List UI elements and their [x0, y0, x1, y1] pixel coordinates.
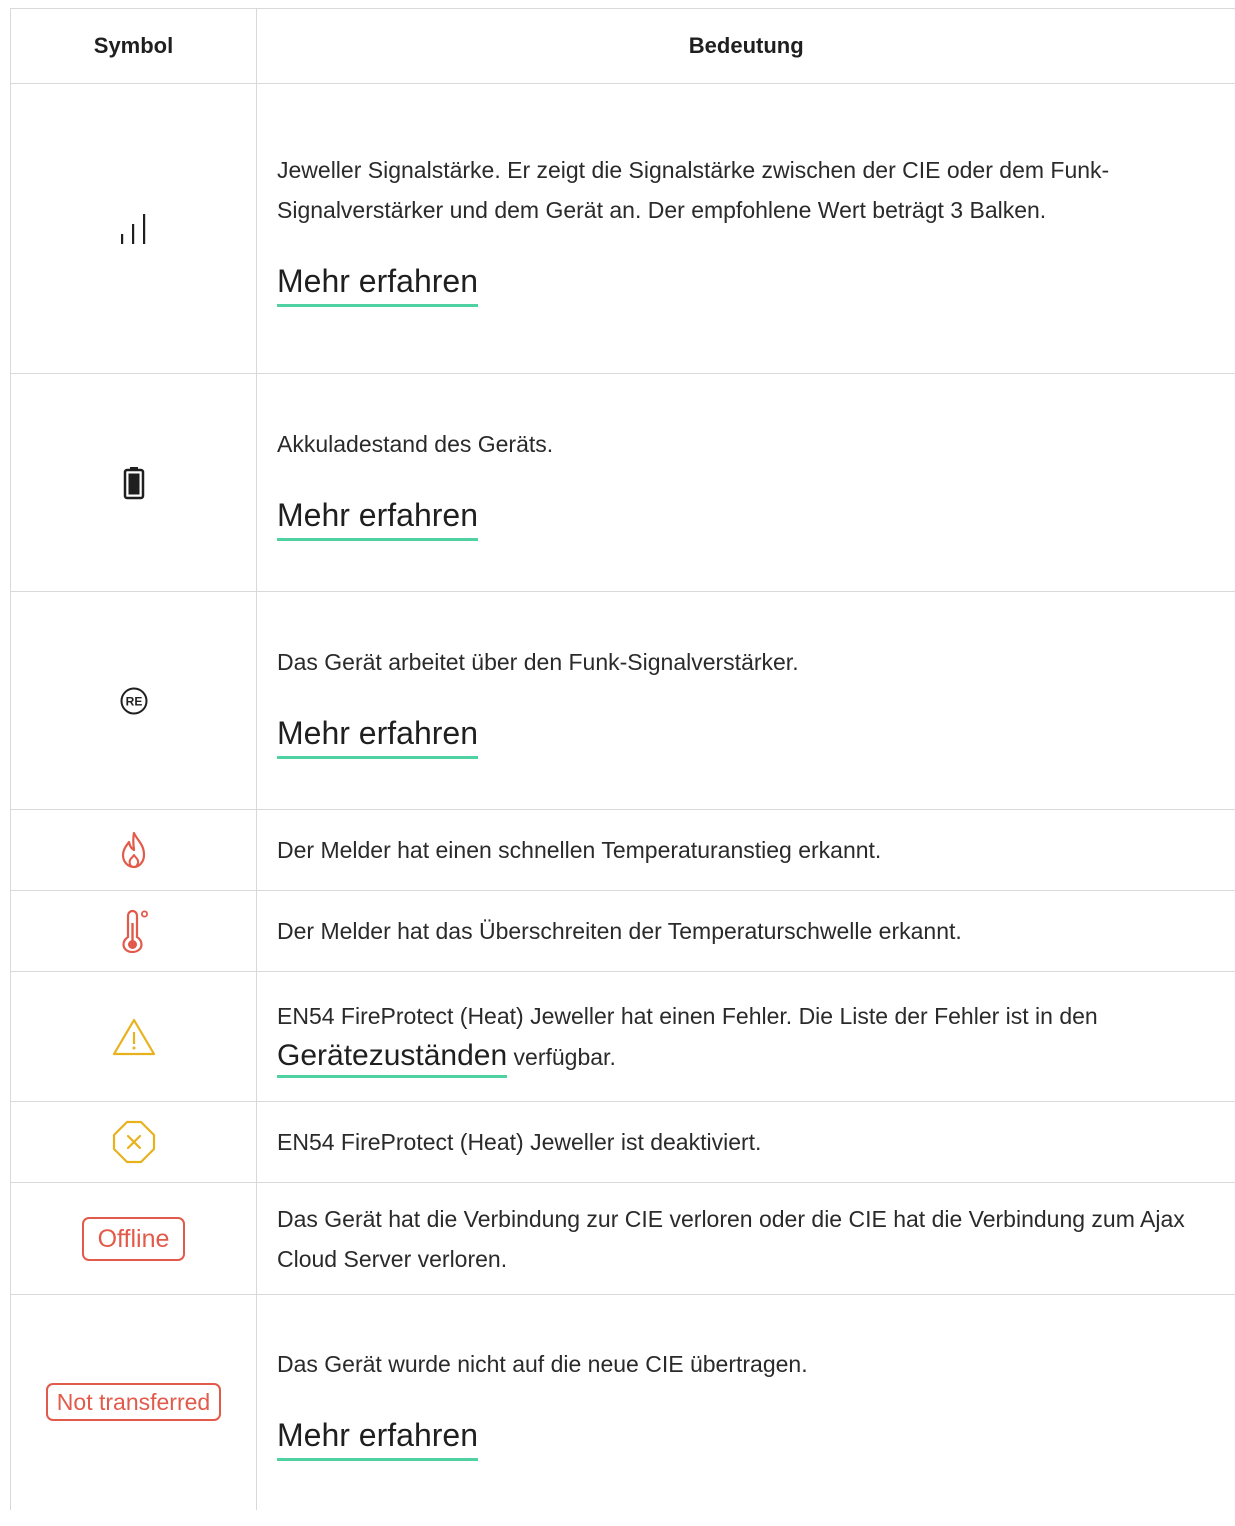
learn-more-link[interactable]: Mehr erfahren	[277, 1416, 478, 1461]
meaning-cell: Akkuladestand des Geräts. Mehr erfahren	[256, 373, 1235, 592]
offline-badge: Offline	[81, 1216, 186, 1261]
battery-icon	[123, 466, 145, 499]
thermometer-icon	[119, 909, 149, 953]
header-meaning: Bedeutung	[256, 8, 1235, 84]
meaning-text-after: verfügbar.	[513, 1044, 616, 1070]
table-row: Offline Das Gerät hat die Verbindung zur…	[10, 1182, 1235, 1295]
meaning-cell: Jeweller Signalstärke. Er zeigt die Sign…	[256, 83, 1235, 374]
meaning-cell: Der Melder hat einen schnellen Temperatu…	[256, 809, 1235, 891]
re-icon-text: RE	[125, 694, 142, 708]
range-extender-icon: RE	[119, 687, 149, 714]
meaning-cell: Der Melder hat das Überschreiten der Tem…	[256, 890, 1235, 972]
meaning-text-before: EN54 FireProtect (Heat) Jeweller hat ein…	[277, 1003, 1098, 1029]
meaning-cell: Das Gerät wurde nicht auf die neue CIE ü…	[256, 1294, 1235, 1510]
symbol-cell	[10, 890, 257, 972]
symbol-cell	[10, 809, 257, 891]
symbol-cell	[10, 1101, 257, 1183]
meaning-cell: EN54 FireProtect (Heat) Jeweller ist dea…	[256, 1101, 1235, 1183]
table-row: Der Melder hat das Überschreiten der Tem…	[10, 890, 1235, 972]
table-row: EN54 FireProtect (Heat) Jeweller hat ein…	[10, 971, 1235, 1102]
learn-more-link[interactable]: Mehr erfahren	[277, 714, 478, 759]
symbol-cell: Not transferred	[10, 1294, 257, 1510]
table-row: RE Das Gerät arbeitet über den Funk-Sign…	[10, 591, 1235, 810]
meaning-text: Der Melder hat das Überschreiten der Tem…	[277, 918, 962, 944]
deactivated-icon	[111, 1120, 157, 1164]
symbol-cell	[10, 83, 257, 374]
symbol-cell	[10, 373, 257, 592]
device-states-link[interactable]: Gerätezuständen	[277, 1039, 508, 1078]
table-row: Not transferred Das Gerät wurde nicht au…	[10, 1294, 1235, 1510]
meaning-cell: Das Gerät hat die Verbindung zur CIE ver…	[256, 1182, 1235, 1295]
meaning-text: Akkuladestand des Geräts.	[277, 431, 554, 457]
meaning-text: EN54 FireProtect (Heat) Jeweller hat ein…	[277, 996, 1220, 1078]
symbol-cell: RE	[10, 591, 257, 810]
meaning-text: EN54 FireProtect (Heat) Jeweller ist dea…	[277, 1129, 762, 1155]
learn-more-link[interactable]: Mehr erfahren	[277, 496, 478, 541]
meaning-text: Das Gerät hat die Verbindung zur CIE ver…	[277, 1205, 1185, 1272]
table-row: Der Melder hat einen schnellen Temperatu…	[10, 809, 1235, 891]
flame-icon	[119, 831, 149, 869]
meaning-text: Jeweller Signalstärke. Er zeigt die Sign…	[277, 157, 1110, 223]
meaning-cell: EN54 FireProtect (Heat) Jeweller hat ein…	[256, 971, 1235, 1102]
symbol-table: Symbol Bedeutung Jeweller Signalstärke. …	[10, 8, 1235, 1510]
page: Symbol Bedeutung Jeweller Signalstärke. …	[0, 0, 1235, 1526]
learn-more-link[interactable]: Mehr erfahren	[277, 262, 478, 307]
symbol-cell	[10, 971, 257, 1102]
table-row: Jeweller Signalstärke. Er zeigt die Sign…	[10, 83, 1235, 374]
warning-icon	[111, 1018, 157, 1055]
signal-strength-icon	[114, 213, 154, 244]
meaning-text: Das Gerät wurde nicht auf die neue CIE ü…	[277, 1350, 808, 1377]
symbol-cell: Offline	[10, 1182, 257, 1295]
table-row: Akkuladestand des Geräts. Mehr erfahren	[10, 373, 1235, 592]
meaning-text: Das Gerät arbeitet über den Funk-Signalv…	[277, 649, 799, 675]
header-symbol: Symbol	[10, 8, 257, 84]
meaning-cell: Das Gerät arbeitet über den Funk-Signalv…	[256, 591, 1235, 810]
table-row: EN54 FireProtect (Heat) Jeweller ist dea…	[10, 1101, 1235, 1183]
meaning-text: Der Melder hat einen schnellen Temperatu…	[277, 837, 882, 863]
not-transferred-badge: Not transferred	[45, 1383, 222, 1422]
table-header-row: Symbol Bedeutung	[10, 8, 1235, 84]
